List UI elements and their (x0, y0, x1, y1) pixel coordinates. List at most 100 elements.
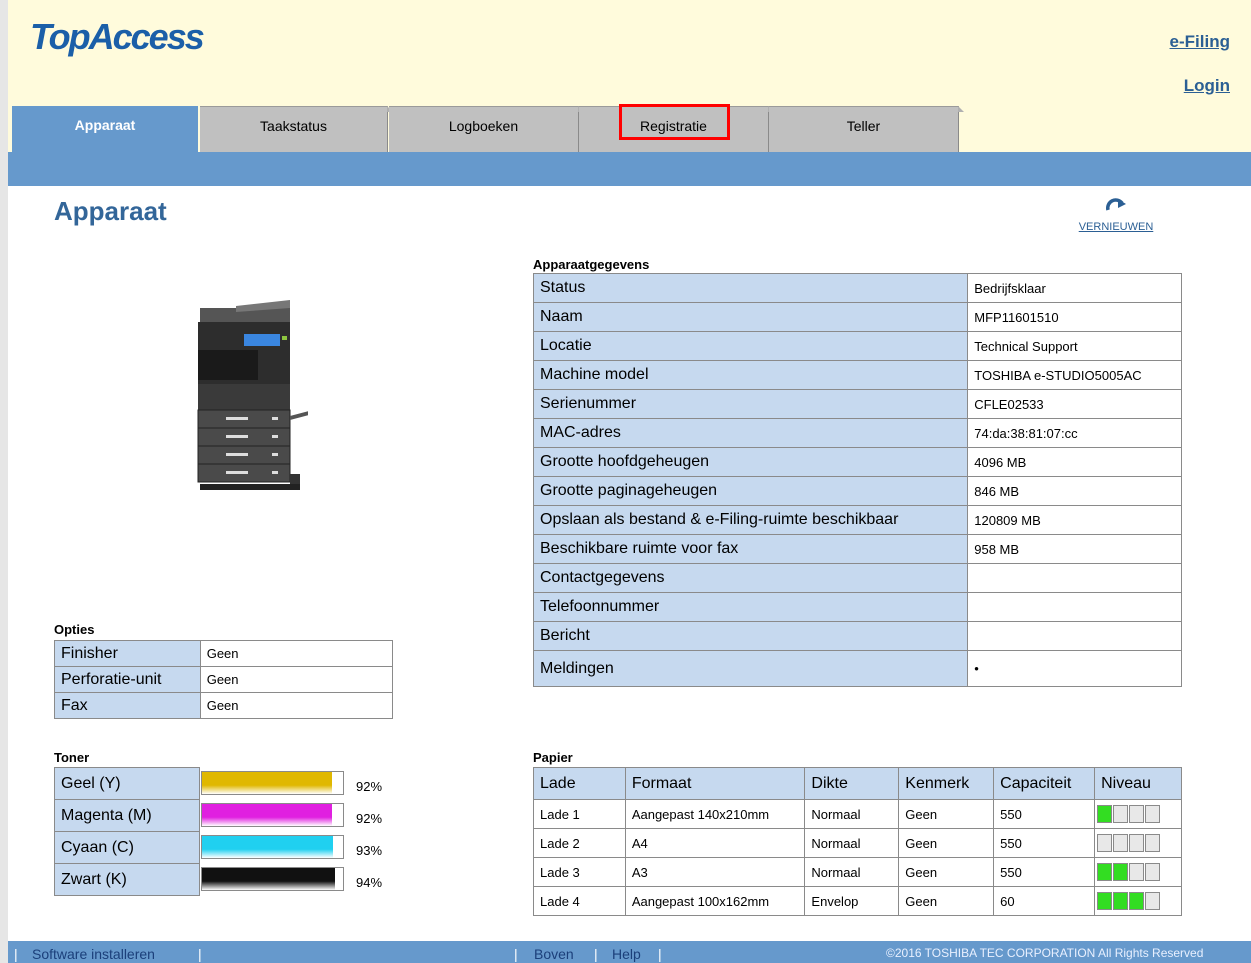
paper-kenmerk: Geen (898, 886, 995, 916)
paper-lade: Lade 2 (533, 828, 626, 858)
options-table: Finisher Geen Perforatie-unit Geen Fax Geen (54, 640, 394, 719)
paper-kenmerk: Geen (898, 828, 995, 858)
paper-level-block (1097, 892, 1113, 910)
copyright-text: ©2016 TOSHIBA TEC CORPORATION All Rights… (886, 946, 1204, 960)
toner-level-fill (202, 868, 335, 890)
footer: | Software installeren | | Boven | Help … (8, 941, 1251, 963)
paper-level-block (1097, 805, 1113, 823)
device-info-row: Telefoonnummer (532, 592, 1182, 622)
device-info-key: Locatie (532, 331, 969, 361)
option-value: Geen (199, 640, 394, 667)
device-info-key: Machine model (532, 360, 969, 390)
tab-bar-strip (8, 152, 1251, 186)
paper-formaat: Aangepast 100x162mm (624, 886, 806, 916)
paper-level-block (1113, 834, 1129, 852)
option-value: Geen (199, 666, 394, 693)
paper-column-header: Capaciteit (993, 767, 1096, 800)
footer-sep: | (514, 946, 518, 962)
tab-label: Logboeken (448, 118, 519, 134)
device-info-value: TOSHIBA e-STUDIO5005AC (967, 360, 1182, 390)
paper-capaciteit: 550 (993, 799, 1096, 829)
printer-image (197, 300, 308, 490)
toner-percent: 93% (356, 843, 383, 858)
device-info-value: 120809 MB (967, 505, 1182, 535)
device-info-row: Grootte paginageheugen 846 MB (532, 476, 1182, 506)
paper-kenmerk: Geen (898, 799, 995, 829)
topaccess-logo: TopAccess (30, 16, 205, 57)
device-info-key: Beschikbare ruimte voor fax (532, 534, 969, 564)
tab-apparaat[interactable]: Apparaat (12, 106, 198, 152)
paper-formaat: A3 (624, 857, 806, 887)
device-info-key: Contactgegevens (532, 563, 969, 593)
device-info-value: Bedrijfsklaar (967, 273, 1182, 303)
paper-level-block (1129, 834, 1145, 852)
toner-color-label: Magenta (M) (54, 799, 200, 832)
toner-table: Geel (Y) Magenta (M) Cyaan (C) Zwart (K) (54, 767, 200, 896)
paper-level-indicator (1094, 857, 1182, 887)
toner-percent: 92% (356, 779, 383, 794)
efiling-link[interactable]: e-Filing (1170, 32, 1230, 52)
tab-taakstatus[interactable]: Taakstatus (200, 106, 393, 152)
paper-level-block (1145, 805, 1161, 823)
paper-lade: Lade 1 (533, 799, 626, 829)
footer-sep: | (658, 946, 662, 962)
software-install-link[interactable]: Software installeren (32, 946, 155, 962)
paper-tray-row: Lade 4 Aangepast 100x162mm Envelop Geen 60 (533, 886, 1182, 916)
paper-column-header: Lade (533, 767, 626, 800)
device-info-row: Naam MFP11601510 (532, 302, 1182, 332)
toner-color-label: Cyaan (C) (54, 831, 200, 864)
toner-level-bar (201, 803, 344, 827)
toner-level-fill (202, 804, 332, 826)
device-info-row: Opslaan als bestand & e-Filing-ruimte be… (532, 505, 1182, 535)
device-info-row: MAC-adres 74:da:38:81:07:cc (532, 418, 1182, 448)
top-link[interactable]: Boven (534, 946, 574, 962)
device-info-row: Locatie Technical Support (532, 331, 1182, 361)
device-info-row: Bericht (532, 621, 1182, 651)
window-frame-left (0, 0, 8, 963)
page-title: Apparaat (54, 196, 167, 226)
device-info-heading: Apparaatgegevens (533, 257, 650, 272)
paper-level-block (1129, 892, 1145, 910)
paper-level-block (1129, 805, 1145, 823)
device-info-key: Meldingen (532, 650, 969, 687)
option-key: Perforatie-unit (54, 666, 201, 693)
paper-level-block (1113, 805, 1129, 823)
paper-level-block (1129, 863, 1145, 881)
paper-dikte: Normaal (804, 799, 900, 829)
paper-column-header: Kenmerk (898, 767, 995, 800)
refresh-button[interactable]: VERNIEUWEN (1066, 196, 1166, 233)
device-info-row: Machine model TOSHIBA e-STUDIO5005AC (532, 360, 1182, 390)
device-info-row: Beschikbare ruimte voor fax 958 MB (532, 534, 1182, 564)
paper-level-indicator (1094, 828, 1182, 858)
paper-dikte: Normaal (804, 828, 900, 858)
help-link[interactable]: Help (612, 946, 641, 962)
device-info-key: Serienummer (532, 389, 969, 419)
paper-formaat: A4 (624, 828, 806, 858)
toner-row: Zwart (K) (54, 863, 200, 896)
toner-heading: Toner (54, 750, 90, 765)
options-heading: Opties (54, 622, 95, 637)
paper-column-header: Niveau (1094, 767, 1182, 800)
device-info-row: Meldingen • (532, 650, 1182, 687)
tab-label: Taakstatus (260, 118, 327, 134)
toner-level-bar (201, 835, 344, 859)
device-info-row: Serienummer CFLE02533 (532, 389, 1182, 419)
options-row: Finisher Geen (54, 640, 394, 667)
login-link[interactable]: Login (1184, 76, 1230, 96)
options-row: Fax Geen (54, 692, 394, 719)
toner-row: Cyaan (C) (54, 831, 200, 864)
device-info-row: Contactgegevens (532, 563, 1182, 593)
device-info-value (967, 621, 1182, 651)
paper-level-indicator (1094, 886, 1182, 916)
paper-dikte: Normaal (804, 857, 900, 887)
paper-kenmerk: Geen (898, 857, 995, 887)
device-info-value: 958 MB (967, 534, 1182, 564)
tab-label: Teller (846, 118, 881, 134)
tab-logboeken[interactable]: Logboeken (389, 106, 584, 152)
registratie-highlight-box (619, 104, 730, 140)
toner-row: Geel (Y) (54, 767, 200, 800)
toner-level-bar (201, 771, 344, 795)
device-info-key: Bericht (532, 621, 969, 651)
device-info-key: Grootte paginageheugen (532, 476, 969, 506)
tab-teller[interactable]: Teller (769, 106, 964, 152)
